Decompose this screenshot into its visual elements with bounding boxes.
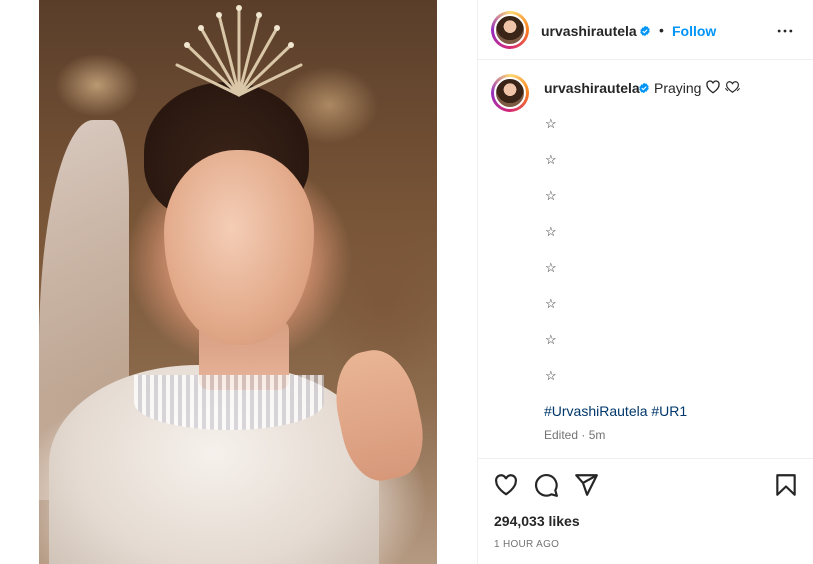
hashtag-link[interactable]: #UR1 bbox=[651, 403, 687, 419]
heart-icon[interactable] bbox=[493, 472, 519, 498]
post-timestamp[interactable]: 1 HOUR AGO bbox=[494, 539, 559, 550]
photo-face bbox=[164, 150, 314, 345]
caption-star: ☆ bbox=[545, 188, 557, 203]
avatar-image bbox=[494, 14, 526, 46]
header-username[interactable]: urvashirautela bbox=[541, 23, 637, 39]
edited-time: 5m bbox=[588, 428, 606, 442]
heart-outline-icon bbox=[706, 80, 720, 94]
caption-username[interactable]: urvashirautela bbox=[544, 80, 640, 96]
caption-star: ☆ bbox=[545, 296, 557, 311]
caption-avatar[interactable] bbox=[491, 74, 529, 112]
header-avatar[interactable] bbox=[491, 11, 529, 49]
caption-text: Praying bbox=[654, 80, 702, 96]
comment-icon[interactable] bbox=[533, 472, 559, 498]
verified-badge-icon bbox=[639, 82, 649, 94]
edited-label: Edited bbox=[544, 428, 579, 442]
meta-separator: · bbox=[581, 428, 586, 442]
caption-star: ☆ bbox=[545, 116, 557, 131]
post-image[interactable] bbox=[39, 0, 437, 564]
bookmark-icon[interactable] bbox=[773, 472, 799, 498]
caption-star: ☆ bbox=[545, 260, 557, 275]
caption-star: ☆ bbox=[545, 152, 557, 167]
caption-star: ☆ bbox=[545, 224, 557, 239]
actions-divider bbox=[478, 458, 813, 459]
caption-meta: Edited · 5m bbox=[544, 428, 605, 442]
post-side-panel: urvashirautela • Follow urvashirautela P… bbox=[478, 0, 813, 564]
likes-count[interactable]: 294,033 likes bbox=[494, 513, 580, 529]
photo-crown bbox=[175, 5, 303, 97]
caption-star: ☆ bbox=[545, 368, 557, 383]
avatar-image bbox=[494, 77, 526, 109]
photo-necklace bbox=[134, 375, 324, 430]
follow-button[interactable]: Follow bbox=[672, 23, 716, 39]
more-options-icon[interactable] bbox=[775, 21, 795, 41]
hashtag-link[interactable]: #UrvashiRautela bbox=[544, 403, 648, 419]
caption-hashtags: #UrvashiRautela #UR1 bbox=[544, 403, 687, 419]
heart-hands-icon bbox=[724, 81, 741, 93]
post-header: urvashirautela • Follow bbox=[478, 0, 813, 60]
share-icon[interactable] bbox=[573, 472, 599, 498]
verified-badge-icon bbox=[640, 25, 650, 37]
caption-star: ☆ bbox=[545, 332, 557, 347]
header-separator: • bbox=[659, 22, 664, 38]
